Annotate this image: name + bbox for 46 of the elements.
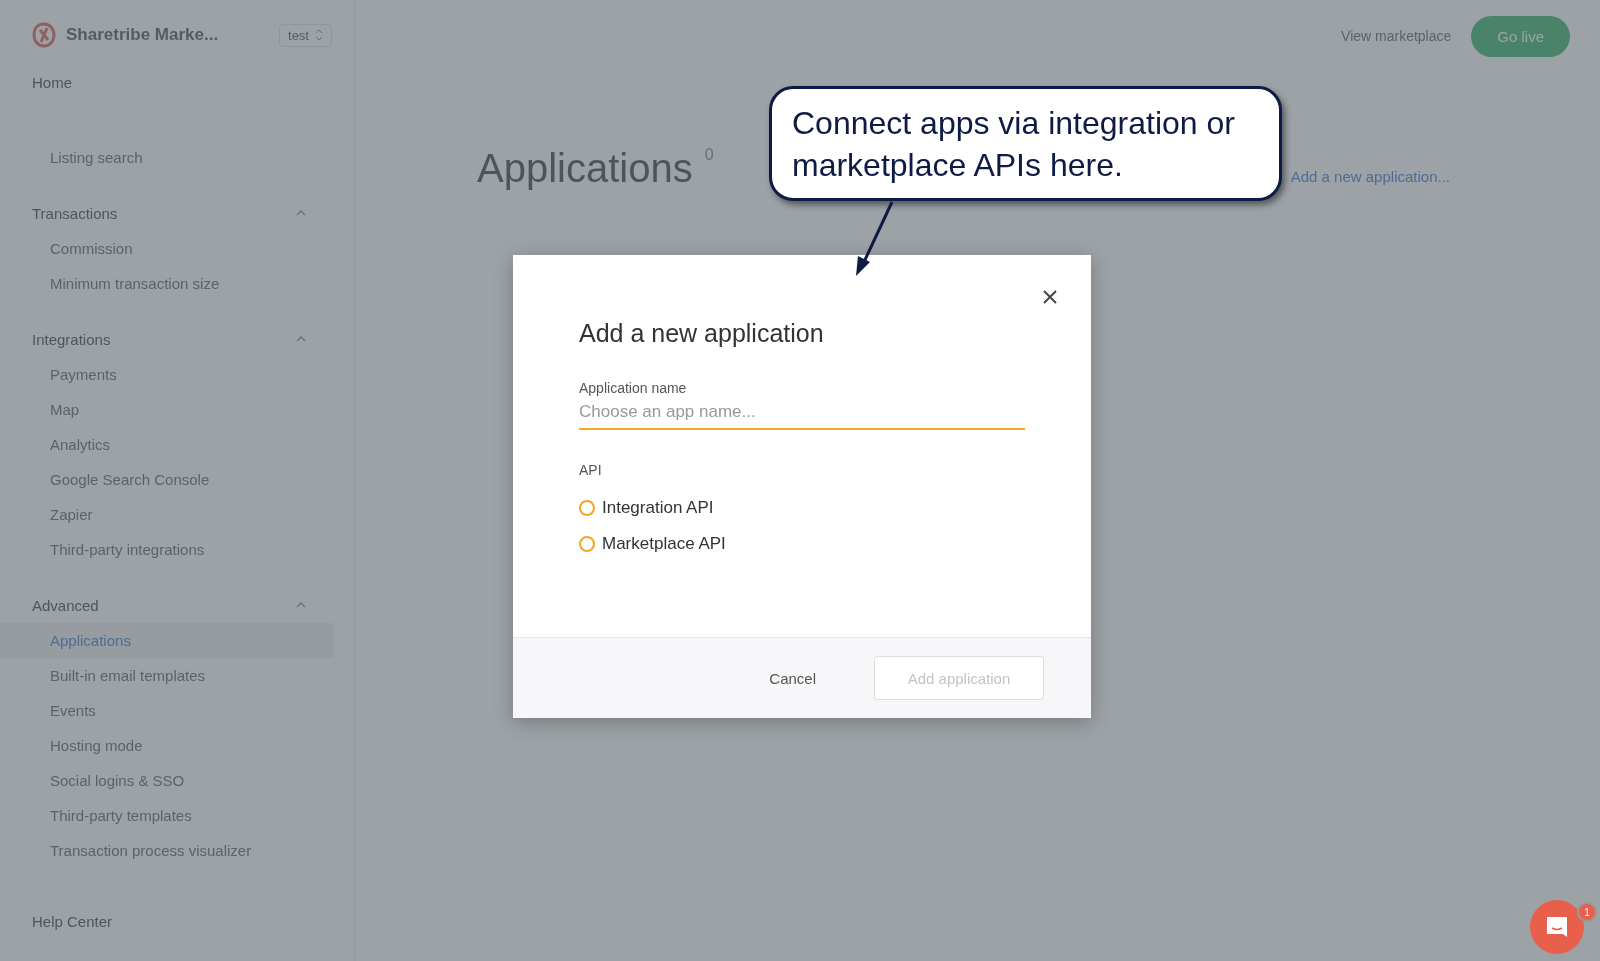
nav-section-header[interactable]: Advanced (0, 587, 354, 623)
modal-title: Add a new application (579, 319, 825, 348)
nav-link[interactable]: Built-in email templates (0, 658, 354, 693)
nav-link[interactable]: Third-party templates (0, 798, 354, 833)
nav-link[interactable]: Map (0, 392, 354, 427)
callout-bubble: Connect apps via integration or marketplace APIs here. (769, 86, 1282, 201)
nav-link[interactable]: Zapier (0, 497, 354, 532)
radio-button[interactable] (579, 536, 595, 552)
nav-link[interactable]: Google Search Console (0, 462, 354, 497)
chevron-icon[interactable] (296, 602, 306, 608)
nav-link[interactable]: Events (0, 693, 354, 728)
nav-link[interactable]: Hosting mode (0, 728, 354, 763)
view-marketplace-link[interactable]: View marketplace (1341, 28, 1452, 44)
nav-link[interactable]: Payments (0, 357, 354, 392)
chat-button[interactable] (1530, 900, 1584, 954)
help-center-link[interactable]: Help Center (0, 903, 354, 939)
nav-link[interactable]: Third-party integrations (0, 532, 354, 567)
nav-link[interactable]: Listing search (0, 140, 354, 175)
chevron-icon[interactable] (296, 336, 306, 342)
chevron-icon[interactable] (296, 210, 306, 216)
radio-button[interactable] (579, 500, 595, 516)
nav-link[interactable]: Applications (0, 623, 334, 658)
radio-label[interactable]: Marketplace API (602, 534, 726, 554)
nav-section-header[interactable]: Integrations (0, 321, 354, 357)
cancel-button[interactable]: Cancel (763, 668, 822, 688)
brand-name: Sharetribe Marke... (66, 25, 220, 45)
page-title: Applications (477, 146, 693, 191)
nav-item[interactable]: Home (0, 64, 354, 100)
go-live-button[interactable]: Go live (1471, 15, 1570, 57)
nav-link[interactable]: Minimum transaction size (0, 266, 354, 301)
api-label: API (579, 462, 603, 478)
nav-link[interactable]: Transaction process visualizer (0, 833, 354, 868)
nav-link[interactable]: Commission (0, 231, 354, 266)
notification-badge: 1 (1577, 902, 1597, 922)
radio-label[interactable]: Integration API (602, 498, 714, 518)
application-name-field[interactable]: Choose an app name... (579, 396, 1025, 430)
field-label: Application name (579, 380, 688, 396)
nav-section-header[interactable]: Transactions (0, 195, 354, 231)
chat-icon (1544, 914, 1570, 940)
logo-icon (32, 22, 56, 48)
add-application-link[interactable]: Add a new application... (1290, 168, 1450, 185)
caret-icon (315, 29, 323, 41)
nav-link[interactable]: Analytics (0, 427, 354, 462)
close-icon[interactable] (1041, 288, 1059, 306)
nav-link[interactable]: Social logins & SSO (0, 763, 354, 798)
environment-selector[interactable]: test (279, 23, 332, 47)
